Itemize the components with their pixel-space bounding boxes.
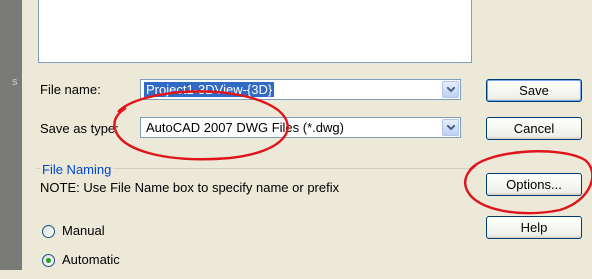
- chevron-down-icon: [447, 125, 455, 131]
- automatic-radio[interactable]: [42, 254, 55, 267]
- file-name-label: File name:: [40, 82, 101, 97]
- strip-glyph: s: [12, 76, 18, 88]
- chevron-down-icon: [447, 87, 455, 93]
- save-as-type-label: Save as type:: [40, 121, 119, 136]
- file-naming-note: NOTE: Use File Name box to specify name …: [40, 180, 340, 195]
- save-as-type-dropdown-button[interactable]: [442, 119, 459, 136]
- save-button[interactable]: Save: [486, 79, 582, 102]
- radio-selected-dot: [46, 258, 51, 263]
- save-as-type-combo[interactable]: AutoCAD 2007 DWG Files (*.dwg): [140, 117, 461, 138]
- file-name-dropdown-button[interactable]: [442, 81, 459, 98]
- automatic-radio-label[interactable]: Automatic: [62, 252, 120, 267]
- left-panel-strip: s: [0, 0, 22, 270]
- file-naming-title: File Naming: [40, 162, 114, 177]
- manual-radio[interactable]: [42, 225, 55, 238]
- manual-radio-label[interactable]: Manual: [62, 223, 105, 238]
- cancel-button[interactable]: Cancel: [486, 117, 582, 140]
- file-name-combo[interactable]: Project1-3DView-{3D}: [140, 79, 461, 100]
- options-button[interactable]: Options...: [486, 173, 582, 196]
- file-list-pane[interactable]: [38, 0, 472, 63]
- file-name-value[interactable]: Project1-3DView-{3D}: [144, 82, 275, 97]
- help-button[interactable]: Help: [486, 216, 582, 239]
- save-as-type-value: AutoCAD 2007 DWG Files (*.dwg): [146, 120, 344, 135]
